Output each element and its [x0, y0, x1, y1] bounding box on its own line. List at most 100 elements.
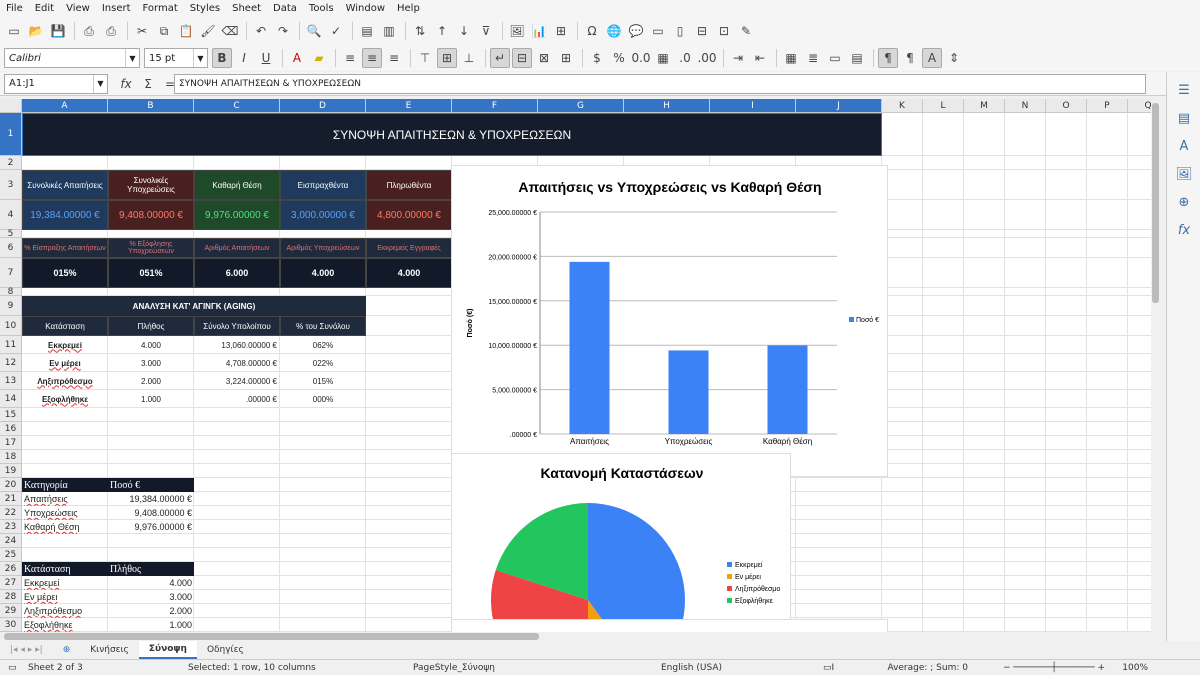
- status-cell[interactable]: Εκκρεμεί: [22, 576, 108, 590]
- column-header-I[interactable]: I: [710, 99, 796, 113]
- row-header-10[interactable]: 10: [0, 316, 22, 336]
- zoom-level[interactable]: 100%: [1118, 663, 1148, 673]
- column-header-N[interactable]: N: [1005, 99, 1046, 113]
- cut-icon[interactable]: ✂: [132, 21, 152, 41]
- ratio-value[interactable]: 6.000: [194, 258, 280, 288]
- export-pdf-icon[interactable]: ⎙: [79, 21, 99, 41]
- pie-chart[interactable]: Κατανομή Καταστάσεων Εκκρεμεί Εν μέρει Ληξι…: [451, 453, 791, 632]
- category-header[interactable]: Ποσό €: [108, 478, 194, 492]
- add-decimal-icon[interactable]: .0: [675, 48, 695, 68]
- formula-input[interactable]: ΣΥΝΟΨΗ ΑΠΑΙΤΗΣΕΩΝ & ΥΠΟΧΡΕΩΣΕΩΝ: [174, 74, 1146, 94]
- tab-odigies[interactable]: Οδηγίες: [197, 641, 254, 659]
- hyperlink-icon[interactable]: 🌐: [604, 21, 624, 41]
- category-cell[interactable]: 9,408.00000 €: [108, 506, 194, 520]
- aging-header[interactable]: Κατάσταση: [22, 316, 108, 336]
- status-cell[interactable]: 1.000: [108, 618, 194, 632]
- aging-cell[interactable]: 3,224.00000 €: [194, 372, 280, 390]
- redo-icon[interactable]: ↷: [273, 21, 293, 41]
- menu-item-edit[interactable]: Edit: [35, 3, 54, 14]
- ratio-value[interactable]: 4.000: [280, 258, 366, 288]
- tab-nav-buttons[interactable]: |◂ ◂ ▸ ▸|: [0, 641, 53, 659]
- menu-item-sheet[interactable]: Sheet: [232, 3, 261, 14]
- date-format-icon[interactable]: ▦: [653, 48, 673, 68]
- kpi-value[interactable]: 9,976.00000 €: [194, 200, 280, 230]
- aging-cell[interactable]: Εν μέρει: [22, 354, 108, 372]
- row-header-16[interactable]: 16: [0, 422, 22, 436]
- menu-item-data[interactable]: Data: [273, 3, 297, 14]
- find-replace-icon[interactable]: 🔍: [304, 21, 324, 41]
- left-to-right-icon[interactable]: ¶: [878, 48, 898, 68]
- menu-item-tools[interactable]: Tools: [309, 3, 334, 14]
- unmerge-icon[interactable]: ⊠: [534, 48, 554, 68]
- chevron-down-icon[interactable]: ▼: [193, 49, 207, 67]
- sort-icon[interactable]: ⇅: [410, 21, 430, 41]
- row-header-2[interactable]: 2: [0, 156, 22, 170]
- insert-image-icon[interactable]: 🖼: [507, 21, 527, 41]
- aging-cell[interactable]: 4.000: [108, 336, 194, 354]
- row-header-9[interactable]: 9: [0, 296, 22, 316]
- row-header-3[interactable]: 3: [0, 170, 22, 200]
- bar-chart[interactable]: Απαιτήσεις vs Υποχρεώσεις vs Καθαρή Θέση…: [451, 165, 888, 477]
- aging-cell[interactable]: 3.000: [108, 354, 194, 372]
- new-document-icon[interactable]: ▭: [4, 21, 24, 41]
- aging-cell[interactable]: 4,708.00000 €: [194, 354, 280, 372]
- category-cell[interactable]: Υποχρεώσεις: [22, 506, 108, 520]
- aging-header[interactable]: Σύνολο Υπολοίπου: [194, 316, 280, 336]
- ratio-header[interactable]: Αριθμός Απαιτήσεων: [194, 238, 280, 258]
- column-header-L[interactable]: L: [923, 99, 964, 113]
- ratio-header[interactable]: % Είσπραξης Απαιτήσεων: [22, 238, 108, 258]
- autofilter-icon[interactable]: ⊽: [476, 21, 496, 41]
- kpi-value[interactable]: 19,384.00000 €: [22, 200, 108, 230]
- menu-item-help[interactable]: Help: [397, 3, 420, 14]
- percent-format-icon[interactable]: %: [609, 48, 629, 68]
- row-header-29[interactable]: 29: [0, 604, 22, 618]
- row-header-17[interactable]: 17: [0, 436, 22, 450]
- headers-footers-icon[interactable]: ▭: [648, 21, 668, 41]
- italic-icon[interactable]: I: [234, 48, 254, 68]
- category-header[interactable]: Κατηγορία: [22, 478, 108, 492]
- align-center-icon[interactable]: ≡: [362, 48, 382, 68]
- merge-cells-icon[interactable]: ⊞: [556, 48, 576, 68]
- row-header-5[interactable]: 5: [0, 229, 22, 239]
- zoom-slider[interactable]: − ───────┼─────── +: [1003, 663, 1118, 673]
- row-header-20[interactable]: 20: [0, 478, 22, 492]
- chevron-down-icon[interactable]: ▼: [125, 49, 139, 67]
- row-header-28[interactable]: 28: [0, 590, 22, 604]
- kpi-header[interactable]: Συνολικές Υποχρεώσεις: [108, 170, 194, 200]
- undo-icon[interactable]: ↶: [251, 21, 271, 41]
- sum-icon[interactable]: Σ: [138, 74, 158, 94]
- row-header-22[interactable]: 22: [0, 506, 22, 520]
- aging-title[interactable]: ΑΝΑΛΥΣΗ ΚΑΤ' ΑΓΙΝΓΚ (AGING): [22, 296, 366, 316]
- font-color-icon[interactable]: A: [287, 48, 307, 68]
- row-header-15[interactable]: 15: [0, 408, 22, 422]
- aging-cell[interactable]: 13,060.00000 €: [194, 336, 280, 354]
- select-all-corner[interactable]: [0, 99, 22, 113]
- font-size-combo[interactable]: 15 pt ▼: [144, 48, 208, 68]
- category-cell[interactable]: 19,384.00000 €: [108, 492, 194, 506]
- add-sheet-icon[interactable]: ⊕: [53, 641, 81, 659]
- special-character-icon[interactable]: Ω: [582, 21, 602, 41]
- status-cell[interactable]: Εν μέρει: [22, 590, 108, 604]
- sheet-title[interactable]: ΣΥΝΟΨΗ ΑΠΑΙΤΗΣΕΩΝ & ΥΠΟΧΡΕΩΣΕΩΝ: [22, 113, 882, 156]
- menu-item-styles[interactable]: Styles: [190, 3, 220, 14]
- column-header-E[interactable]: E: [366, 99, 452, 113]
- paste-icon[interactable]: 📋: [176, 21, 196, 41]
- number-format-icon[interactable]: 0.0: [631, 48, 651, 68]
- properties-icon[interactable]: ▤: [1174, 108, 1194, 128]
- tab-kiniseis[interactable]: Κινήσεις: [80, 641, 139, 659]
- row-header-18[interactable]: 18: [0, 450, 22, 464]
- menu-icon[interactable]: ☰: [1174, 80, 1194, 100]
- right-to-left-icon[interactable]: ¶: [900, 48, 920, 68]
- aging-cell[interactable]: .00000 €: [194, 390, 280, 408]
- status-cell[interactable]: Εξοφλήθηκε: [22, 618, 108, 632]
- text-direction-icon[interactable]: A: [922, 48, 942, 68]
- status-header[interactable]: Πλήθος: [108, 562, 194, 576]
- horizontal-scrollbar[interactable]: [0, 632, 1160, 641]
- aging-cell[interactable]: 062%: [280, 336, 366, 354]
- row-header-14[interactable]: 14: [0, 390, 22, 408]
- row-header-1[interactable]: 1: [0, 113, 22, 156]
- row-header-30[interactable]: 30: [0, 618, 22, 632]
- align-bottom-icon[interactable]: ⊥: [459, 48, 479, 68]
- row-icon[interactable]: ▤: [357, 21, 377, 41]
- page-style[interactable]: PageStyle_Σύνοψη: [413, 663, 661, 673]
